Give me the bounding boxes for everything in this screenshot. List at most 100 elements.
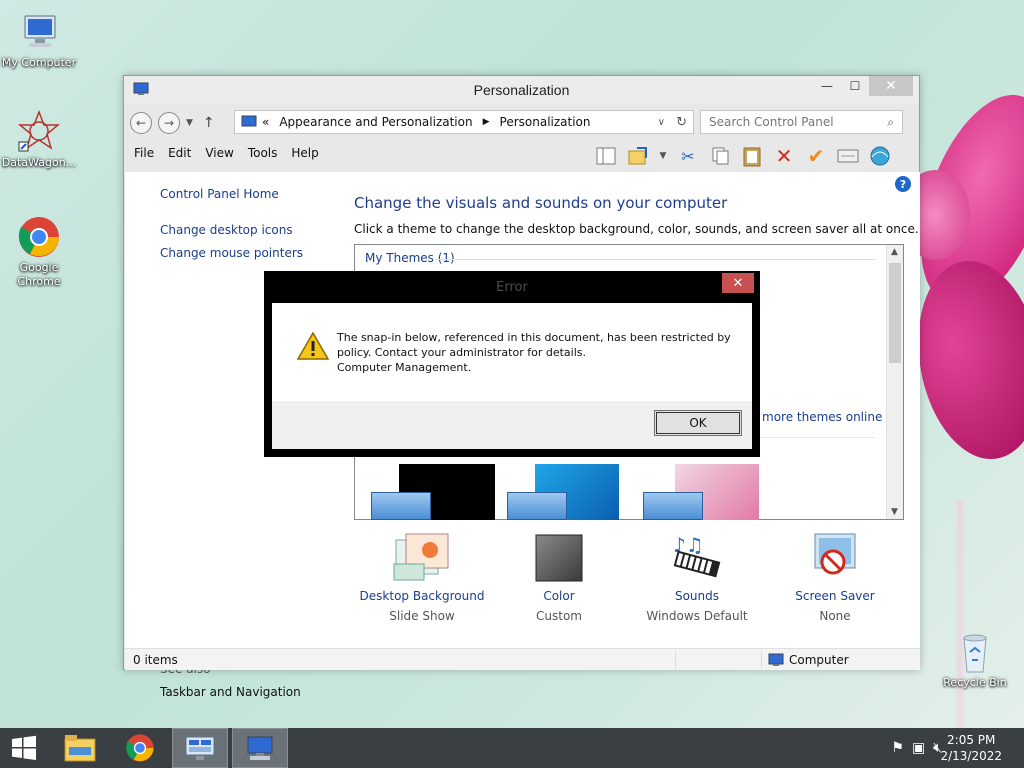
- sidebar-change-desktop-icons[interactable]: Change desktop icons: [160, 223, 293, 237]
- desktop-icon-label: Google Chrome: [17, 261, 61, 288]
- search-placeholder: Search Control Panel: [709, 115, 834, 129]
- forward-button[interactable]: →: [158, 112, 180, 134]
- desktop-background-value: Slide Show: [389, 609, 455, 623]
- control-panel-icon: [133, 82, 149, 95]
- dialog-message-line: policy. Contact your administrator for d…: [337, 346, 586, 359]
- dropdown-chevron-icon[interactable]: ▼: [658, 144, 668, 168]
- theme-thumbnail[interactable]: [641, 464, 771, 520]
- taskbar-file-explorer[interactable]: [52, 728, 108, 768]
- menu-tools[interactable]: Tools: [248, 146, 278, 160]
- screen-saver-option[interactable]: Screen Saver None: [770, 532, 900, 623]
- status-location: Computer: [789, 652, 849, 667]
- menu-edit[interactable]: Edit: [168, 146, 191, 160]
- delete-icon[interactable]: ✕: [772, 144, 796, 168]
- control-panel-icon: [247, 736, 273, 760]
- layout-pane-icon[interactable]: [594, 144, 618, 168]
- wallpaper-stem: [930, 500, 990, 728]
- desktop-background-icon: [393, 533, 449, 581]
- sidebar-taskbar-navigation[interactable]: Taskbar and Navigation: [160, 685, 301, 699]
- dialog-body: The snap-in below, referenced in this do…: [272, 303, 752, 449]
- copy-icon[interactable]: [708, 144, 732, 168]
- desktop-icon-my-computer[interactable]: My Computer: [1, 10, 77, 70]
- search-input[interactable]: Search Control Panel ⌕: [700, 110, 903, 134]
- start-button[interactable]: [0, 728, 48, 768]
- breadcrumb-appearance[interactable]: Appearance and Personalization: [279, 115, 472, 129]
- sounds-option[interactable]: ♪♫ Sounds Windows Default: [632, 532, 762, 623]
- taskbar-server-manager[interactable]: [172, 728, 228, 768]
- desktop-icon-recycle-bin[interactable]: Recycle Bin: [937, 630, 1013, 690]
- taskbar-control-panel[interactable]: [232, 728, 288, 768]
- sounds-icon: ♪♫: [673, 533, 721, 578]
- ok-button[interactable]: OK: [654, 410, 742, 436]
- menu-file[interactable]: File: [134, 146, 154, 160]
- get-more-themes-link[interactable]: more themes online: [762, 410, 882, 424]
- title-bar[interactable]: Personalization — ☐ ✕: [124, 76, 919, 104]
- sidebar-control-panel-home[interactable]: Control Panel Home: [160, 187, 279, 201]
- screen-saver-value: None: [819, 609, 851, 623]
- properties-folder-icon[interactable]: [626, 144, 650, 168]
- page-heading: Change the visuals and sounds on your co…: [354, 194, 728, 212]
- refresh-icon[interactable]: ↻: [676, 115, 687, 130]
- toolbar: ▼ ✂ ✕ ✔: [594, 144, 892, 168]
- minimize-button[interactable]: —: [813, 76, 841, 96]
- server-manager-icon: [185, 736, 215, 760]
- dialog-close-button[interactable]: ✕: [722, 273, 754, 293]
- computer-icon: [17, 10, 61, 54]
- maximize-button[interactable]: ☐: [841, 76, 869, 96]
- desktop-icon-datawagon[interactable]: DataWagon...: [1, 109, 77, 170]
- recent-pages-chevron-icon[interactable]: ▼: [186, 118, 193, 128]
- up-arrow-icon[interactable]: ↑: [203, 115, 215, 131]
- desktop-background-option[interactable]: Desktop Background Slide Show: [357, 532, 487, 623]
- status-items-count: 0 items: [133, 652, 178, 667]
- screen-saver-icon: [814, 533, 856, 575]
- sidebar-change-mouse-pointers[interactable]: Change mouse pointers: [160, 246, 303, 260]
- status-divider: [761, 651, 762, 669]
- theme-thumbnail[interactable]: [505, 464, 635, 520]
- screen-saver-label[interactable]: Screen Saver: [770, 589, 900, 603]
- color-label[interactable]: Color: [494, 589, 624, 603]
- warning-icon: [296, 331, 330, 360]
- status-bar: 0 items Computer: [125, 648, 920, 670]
- error-dialog: Error ✕ The snap-in below, referenced in…: [264, 271, 760, 457]
- network-icon[interactable]: ▣: [912, 740, 925, 756]
- my-themes-header: My Themes (1): [365, 251, 455, 265]
- recycle-bin-icon: [953, 630, 997, 674]
- menu-bar: File Edit View Tools Help: [134, 146, 319, 160]
- scrollbar-thumb[interactable]: [889, 263, 901, 363]
- desktop-icon-google-chrome[interactable]: Google Chrome: [1, 215, 77, 289]
- checkmark-icon[interactable]: ✔: [804, 144, 828, 168]
- breadcrumb-prefix[interactable]: «: [262, 115, 269, 129]
- desktop-icon-label: Recycle Bin: [943, 676, 1007, 689]
- address-bar[interactable]: « Appearance and Personalization ▶ Perso…: [234, 110, 694, 134]
- help-icon[interactable]: ?: [895, 176, 911, 192]
- sounds-label[interactable]: Sounds: [632, 589, 762, 603]
- themes-scrollbar[interactable]: ▲ ▼: [886, 245, 903, 519]
- scroll-down-icon[interactable]: ▼: [891, 507, 898, 517]
- menu-view[interactable]: View: [205, 146, 233, 160]
- clock-time: 2:05 PM: [947, 733, 996, 747]
- taskbar-chrome[interactable]: [112, 728, 168, 768]
- theme-thumbnail[interactable]: [369, 464, 499, 520]
- dialog-footer: OK: [272, 401, 752, 449]
- close-button[interactable]: ✕: [869, 76, 913, 96]
- shell-icon[interactable]: [868, 144, 892, 168]
- chrome-icon: [17, 215, 61, 259]
- desktop-icon-label: My Computer: [1, 56, 77, 69]
- address-dropdown-icon[interactable]: ∨: [658, 117, 665, 128]
- color-option[interactable]: Color Custom: [494, 532, 624, 623]
- taskbar-clock[interactable]: 2:05 PM 2/13/2022: [940, 732, 1002, 764]
- desktop-background-label[interactable]: Desktop Background: [357, 589, 487, 603]
- search-icon[interactable]: ⌕: [887, 115, 894, 130]
- action-center-flag-icon[interactable]: ⚑: [891, 740, 904, 756]
- breadcrumb-personalization[interactable]: Personalization: [500, 115, 591, 129]
- scroll-up-icon[interactable]: ▲: [891, 247, 898, 257]
- breadcrumb-separator-icon: ▶: [482, 117, 490, 127]
- back-button[interactable]: ←: [130, 112, 152, 134]
- properties-card-icon[interactable]: [836, 144, 860, 168]
- menu-help[interactable]: Help: [291, 146, 318, 160]
- cut-icon[interactable]: ✂: [676, 144, 700, 168]
- windows-logo-icon: [12, 735, 36, 760]
- address-row: ← → ▼ ↑ « Appearance and Personalization…: [130, 110, 911, 136]
- paste-icon[interactable]: [740, 144, 764, 168]
- computer-icon: [768, 653, 784, 666]
